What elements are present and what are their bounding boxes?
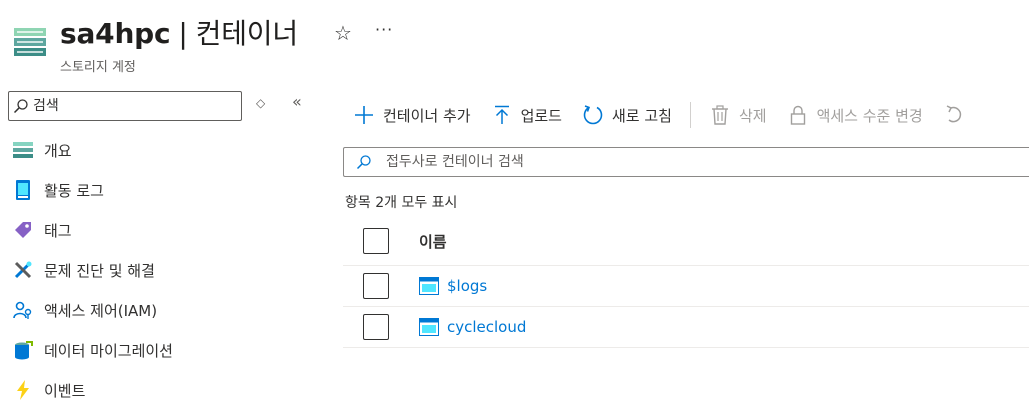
name-column-header[interactable]: 이름 <box>419 231 447 252</box>
sidebar-item-tags[interactable]: 태그 <box>0 210 330 250</box>
container-search-box[interactable] <box>343 147 1029 177</box>
storage-account-icon <box>14 28 46 56</box>
sidebar-search-input[interactable] <box>33 98 233 114</box>
name-cell: cyclecloud <box>419 318 526 336</box>
sidebar-item-label: 액세스 제어(IAM) <box>44 301 158 320</box>
search-icon <box>13 99 28 114</box>
upload-label: 업로드 <box>520 106 562 125</box>
iam-icon <box>13 300 33 320</box>
sidebar-item-label: 개요 <box>44 141 72 160</box>
delete-button[interactable]: 삭제 <box>699 95 777 135</box>
refresh-icon <box>582 104 604 126</box>
sidebar-item-diagnose[interactable]: 문제 진단 및 해결 <box>0 250 330 290</box>
refresh-label: 새로 고침 <box>611 106 672 125</box>
page-subtitle: 스토리지 계정 <box>60 60 136 75</box>
container-icon <box>419 277 439 295</box>
container-search-input[interactable] <box>386 154 986 170</box>
command-bar: 컨테이너 추가 업로드 새로 고침 삭제 액세스 수준 변경 <box>343 95 983 135</box>
sidebar-item-activity-log[interactable]: 활동 로그 <box>0 170 330 210</box>
data-migration-icon <box>13 340 33 360</box>
change-access-level-label: 액세스 수준 변경 <box>816 106 923 125</box>
containers-table: 이름 $logs cyclecloud <box>343 217 1029 348</box>
add-container-button[interactable]: 컨테이너 추가 <box>343 95 481 135</box>
title-separator: | <box>178 17 188 50</box>
undo-icon <box>943 104 965 126</box>
sidebar-item-label: 문제 진단 및 해결 <box>44 261 155 280</box>
refresh-button[interactable]: 새로 고침 <box>572 95 682 135</box>
sidebar-item-overview[interactable]: 개요 <box>0 130 330 170</box>
activity-log-icon <box>13 180 33 200</box>
name-cell: $logs <box>419 277 487 295</box>
section-title: 컨테이너 <box>195 17 298 50</box>
page-title: sa4hpc | 컨테이너 <box>60 12 298 52</box>
title-block: sa4hpc | 컨테이너 스토리지 계정 <box>60 12 298 75</box>
table-row: cyclecloud <box>343 307 1029 348</box>
trash-icon <box>709 104 731 126</box>
sidebar-item-data-migration[interactable]: 데이터 마이그레이션 <box>0 330 330 370</box>
plus-icon <box>353 104 375 126</box>
item-count-label: 항목 2개 모두 표시 <box>345 195 458 211</box>
lock-icon <box>787 104 809 126</box>
add-container-label: 컨테이너 추가 <box>383 106 471 125</box>
resource-name: sa4hpc <box>60 17 171 50</box>
overview-icon <box>13 140 33 160</box>
sidebar-search-box[interactable] <box>8 91 242 121</box>
delete-label: 삭제 <box>738 106 767 125</box>
container-link[interactable]: $logs <box>447 277 487 295</box>
row-checkbox[interactable] <box>363 314 389 340</box>
search-icon <box>356 155 371 170</box>
sidebar-item-iam[interactable]: 액세스 제어(IAM) <box>0 290 330 330</box>
upload-button[interactable]: 업로드 <box>481 95 572 135</box>
table-row: $logs <box>343 266 1029 307</box>
container-icon <box>419 318 439 336</box>
table-header-row: 이름 <box>343 217 1029 266</box>
select-all-checkbox[interactable] <box>363 228 389 254</box>
sidebar-item-label: 데이터 마이그레이션 <box>44 341 173 360</box>
toolbar-divider <box>689 102 691 128</box>
page-header: sa4hpc | 컨테이너 스토리지 계정 ☆ ··· <box>0 0 1029 80</box>
sidebar-item-label: 활동 로그 <box>44 181 104 200</box>
container-link[interactable]: cyclecloud <box>447 318 526 336</box>
undo-button[interactable] <box>933 95 983 135</box>
tag-icon <box>13 220 33 240</box>
upload-icon <box>491 104 513 126</box>
sidebar-nav: 개요 활동 로그 태그 문제 진단 및 해결 액세스 제어(IAM) 데이터 마… <box>0 130 330 408</box>
sort-icon[interactable]: ◇ <box>256 96 265 110</box>
star-icon[interactable]: ☆ <box>334 21 352 45</box>
sidebar-item-events[interactable]: 이벤트 <box>0 370 330 408</box>
events-icon <box>13 380 33 400</box>
change-access-level-button[interactable]: 액세스 수준 변경 <box>777 95 933 135</box>
more-icon[interactable]: ··· <box>375 20 393 39</box>
sidebar-item-label: 이벤트 <box>44 381 86 400</box>
diagnose-icon <box>13 260 33 280</box>
sidebar-item-label: 태그 <box>44 221 72 240</box>
row-checkbox[interactable] <box>363 273 389 299</box>
collapse-sidebar-icon[interactable]: « <box>292 92 302 111</box>
